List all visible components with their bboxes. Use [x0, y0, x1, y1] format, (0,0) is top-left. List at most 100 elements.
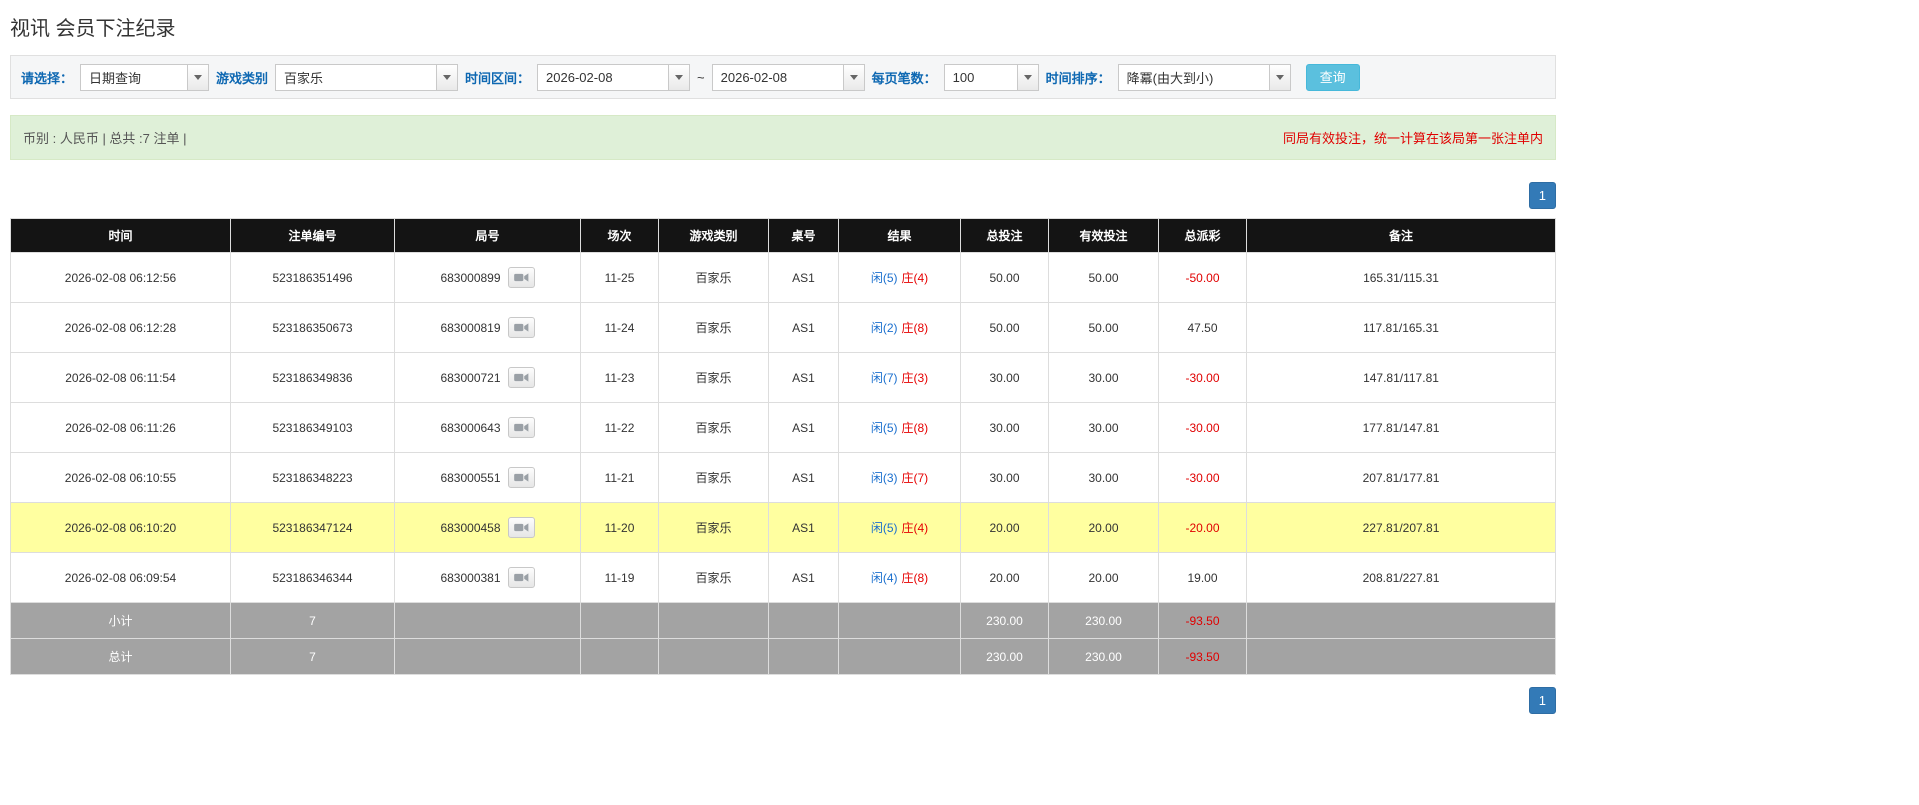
page-size-label: 每页笔数：: [872, 68, 937, 87]
cell-total-bet[interactable]: 50.00: [961, 253, 1049, 303]
date-from-value[interactable]: 2026-02-08: [538, 65, 668, 90]
query-type-value[interactable]: 日期查询: [81, 65, 187, 90]
cell-round-id: 683000381: [440, 571, 500, 585]
cell-result: 闲(5)庄(4): [839, 503, 961, 553]
table-row: 2026-02-08 06:12:28 523186350673 6830008…: [11, 303, 1556, 353]
cell-round-id: 683000899: [440, 271, 500, 285]
cell-total-bet[interactable]: 30.00: [961, 453, 1049, 503]
filter-bar: 请选择： 日期查询 游戏类别 百家乐 时间区间： 2026-02-08 ~ 20…: [10, 55, 1556, 99]
chevron-down-icon[interactable]: [436, 65, 457, 90]
cell-bet-id: 523186351496: [231, 253, 395, 303]
header-session: 场次: [581, 219, 659, 253]
cell-note: 227.81/207.81: [1247, 503, 1556, 553]
total-row: 总计 7 230.00 230.00 -93.50: [11, 639, 1556, 675]
cell-game: 百家乐: [659, 253, 769, 303]
sort-order-value[interactable]: 降冪(由大到小): [1119, 65, 1269, 90]
date-to-value[interactable]: 2026-02-08: [713, 65, 843, 90]
video-replay-button[interactable]: [508, 567, 535, 588]
video-replay-button[interactable]: [508, 467, 535, 488]
pagination-top: 1: [10, 182, 1556, 209]
sort-order-combobox[interactable]: 降冪(由大到小): [1118, 64, 1291, 91]
result-player: 闲(3): [871, 471, 898, 485]
cell-total-bet[interactable]: 50.00: [961, 303, 1049, 353]
cell-total-bet[interactable]: 20.00: [961, 503, 1049, 553]
cell-valid-bet: 30.00: [1049, 403, 1159, 453]
search-button[interactable]: 查询: [1306, 64, 1360, 91]
chevron-down-icon[interactable]: [1269, 65, 1290, 90]
cell-session: 11-25: [581, 253, 659, 303]
subtotal-count: 7: [231, 603, 395, 639]
cell-bet-id: 523186347124: [231, 503, 395, 553]
page-size-combobox[interactable]: 100: [944, 64, 1039, 91]
video-replay-button[interactable]: [508, 417, 535, 438]
chevron-down-icon[interactable]: [668, 65, 689, 90]
empty-cell: [659, 603, 769, 639]
result-banker: 庄(4): [902, 521, 929, 535]
table-row: 2026-02-08 06:11:26 523186349103 6830006…: [11, 403, 1556, 453]
cell-payout: -30.00: [1159, 353, 1247, 403]
cell-game: 百家乐: [659, 453, 769, 503]
empty-cell: [769, 639, 839, 675]
header-note: 备注: [1247, 219, 1556, 253]
cell-result: 闲(7)庄(3): [839, 353, 961, 403]
cell-bet-id: 523186350673: [231, 303, 395, 353]
cell-result: 闲(4)庄(8): [839, 553, 961, 603]
subtotal-row: 小计 7 230.00 230.00 -93.50: [11, 603, 1556, 639]
video-replay-button[interactable]: [508, 367, 535, 388]
game-type-label: 游戏类别: [216, 68, 268, 87]
date-to-picker[interactable]: 2026-02-08: [712, 64, 865, 91]
query-type-label: 请选择：: [21, 68, 73, 87]
header-valid-bet: 有效投注: [1049, 219, 1159, 253]
video-camera-icon: [514, 322, 529, 333]
cell-total-bet[interactable]: 30.00: [961, 403, 1049, 453]
chevron-down-icon[interactable]: [187, 65, 208, 90]
result-banker: 庄(7): [902, 471, 929, 485]
video-replay-button[interactable]: [508, 317, 535, 338]
cell-table: AS1: [769, 453, 839, 503]
cell-bet-id: 523186348223: [231, 453, 395, 503]
result-banker: 庄(8): [902, 421, 929, 435]
cell-round-id: 683000721: [440, 371, 500, 385]
cell-session: 11-20: [581, 503, 659, 553]
cell-session: 11-22: [581, 403, 659, 453]
cell-time: 2026-02-08 06:12:56: [11, 253, 231, 303]
cell-total-bet[interactable]: 30.00: [961, 353, 1049, 403]
cell-session: 11-19: [581, 553, 659, 603]
empty-cell: [395, 603, 581, 639]
total-valid-bet: 230.00: [1049, 639, 1159, 675]
video-replay-button[interactable]: [508, 267, 535, 288]
cell-note: 165.31/115.31: [1247, 253, 1556, 303]
cell-round-id: 683000551: [440, 471, 500, 485]
header-game-type: 游戏类别: [659, 219, 769, 253]
game-type-value[interactable]: 百家乐: [276, 65, 436, 90]
empty-cell: [1247, 639, 1556, 675]
date-from-picker[interactable]: 2026-02-08: [537, 64, 690, 91]
chevron-down-icon[interactable]: [843, 65, 864, 90]
page-title: 视讯 会员下注纪录: [10, 12, 1556, 41]
cell-note: 147.81/117.81: [1247, 353, 1556, 403]
query-type-combobox[interactable]: 日期查询: [80, 64, 209, 91]
cell-result: 闲(3) 庄(7): [839, 453, 961, 503]
cell-time: 2026-02-08 06:11:54: [11, 353, 231, 403]
empty-cell: [839, 603, 961, 639]
cell-result: 闲(2)庄(8): [839, 303, 961, 353]
page-button-1[interactable]: 1: [1529, 182, 1556, 209]
result-player: 闲(5): [871, 271, 898, 285]
result-banker: 庄(8): [902, 571, 929, 585]
empty-cell: [659, 639, 769, 675]
video-replay-button[interactable]: [508, 517, 535, 538]
table-row: 2026-02-08 06:11:54 523186349836 6830007…: [11, 353, 1556, 403]
time-range-label: 时间区间：: [465, 68, 530, 87]
sort-order-label: 时间排序：: [1046, 68, 1111, 87]
cell-session: 11-23: [581, 353, 659, 403]
cell-table: AS1: [769, 403, 839, 453]
empty-cell: [1247, 603, 1556, 639]
cell-game: 百家乐: [659, 503, 769, 553]
cell-total-bet[interactable]: 20.00: [961, 553, 1049, 603]
game-type-combobox[interactable]: 百家乐: [275, 64, 458, 91]
page-size-value[interactable]: 100: [945, 65, 1017, 90]
page-button-1[interactable]: 1: [1529, 687, 1556, 714]
chevron-down-icon[interactable]: [1017, 65, 1038, 90]
cell-valid-bet: 20.00: [1049, 503, 1159, 553]
cell-valid-bet: 20.00: [1049, 553, 1159, 603]
